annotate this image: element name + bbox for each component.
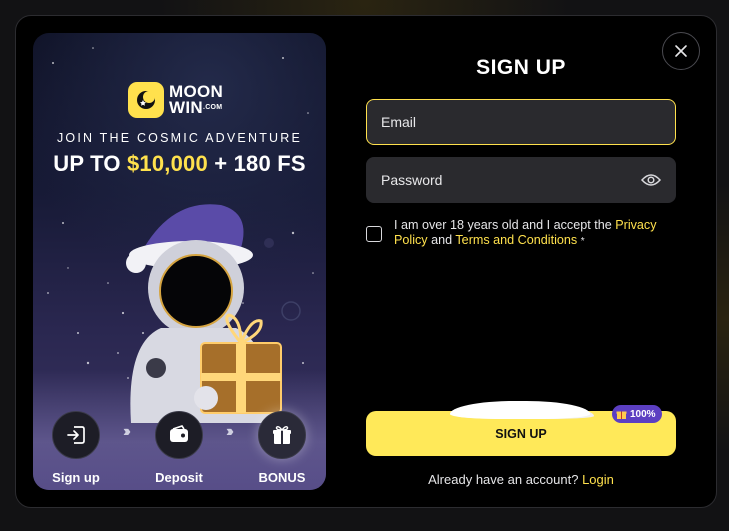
bonus-badge: 100% xyxy=(612,405,662,423)
required-mark: * xyxy=(580,236,585,247)
terms-conditions-link[interactable]: Terms and Conditions xyxy=(455,233,577,247)
form-title: SIGN UP xyxy=(476,56,566,79)
age-terms-checkbox[interactable] xyxy=(366,226,382,242)
terms-text-part1: I am over 18 years old and I accept the xyxy=(394,218,616,232)
step-bonus-button[interactable] xyxy=(258,411,306,459)
gift-badge-icon xyxy=(616,411,627,419)
show-password-button[interactable] xyxy=(640,169,661,191)
eye-icon xyxy=(640,174,661,186)
step-arrow-2-icon: ››› xyxy=(226,423,234,440)
headline-suffix: + 180 FS xyxy=(207,151,306,176)
step-signup-button[interactable] xyxy=(52,411,100,459)
email-field[interactable] xyxy=(366,99,676,145)
promo-tagline: JOIN THE COSMIC ADVENTURE xyxy=(56,131,303,145)
step-arrow-1-icon: ››› xyxy=(123,423,131,440)
wallet-icon xyxy=(170,425,188,442)
terms-text-and: and xyxy=(427,233,456,247)
sign-in-icon xyxy=(67,426,85,444)
step-deposit-button[interactable] xyxy=(155,411,203,459)
promo-panel: MOON WIN.COM JOIN THE COSMIC ADVENTURE U… xyxy=(33,33,326,490)
logo-wordmark: MOON WIN.COM xyxy=(169,83,223,117)
moon-icon xyxy=(137,91,155,109)
promo-headline: UP TO $10,000 + 180 FS xyxy=(33,151,326,177)
step-label-signup: Sign up xyxy=(52,470,100,485)
step-label-deposit: Deposit xyxy=(155,470,203,485)
login-prompt-text: Already have an account? xyxy=(428,472,583,487)
login-link[interactable]: Login xyxy=(582,472,614,487)
headline-amount: $10,000 xyxy=(127,151,208,176)
astronaut-illustration xyxy=(126,204,282,423)
bonus-badge-label: 100% xyxy=(630,408,656,420)
terms-agreement: I am over 18 years old and I accept the … xyxy=(366,218,678,249)
logo-suffix: .COM xyxy=(202,104,223,111)
step-label-bonus: BONUS xyxy=(258,470,306,485)
terms-text: I am over 18 years old and I accept the … xyxy=(394,218,678,249)
moonwin-logo: MOON WIN.COM xyxy=(128,81,223,119)
headline-prefix: UP TO xyxy=(53,151,127,176)
email-input[interactable] xyxy=(381,114,661,130)
snow-decoration xyxy=(450,401,590,419)
password-field[interactable] xyxy=(366,157,676,203)
gift-icon xyxy=(273,425,291,444)
logo-badge xyxy=(128,82,164,118)
logo-line2: WIN xyxy=(169,98,203,117)
password-input[interactable] xyxy=(381,172,641,188)
login-prompt: Already have an account? Login xyxy=(366,472,676,487)
